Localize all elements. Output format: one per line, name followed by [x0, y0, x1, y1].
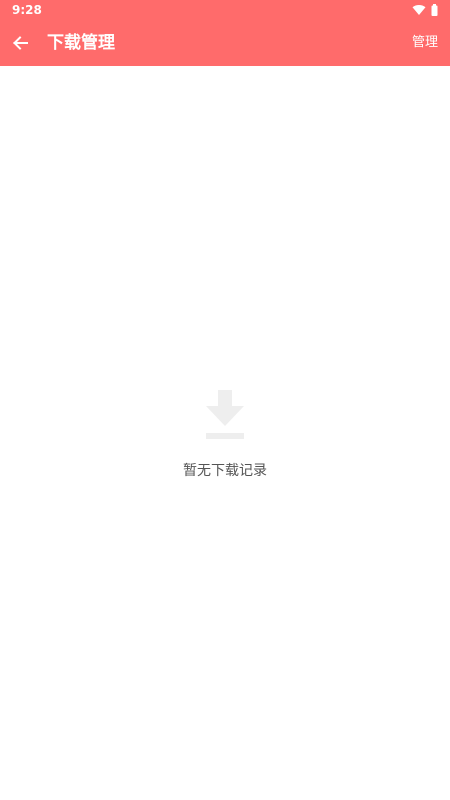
back-button[interactable]: [4, 27, 36, 59]
manage-button[interactable]: 管理: [412, 33, 438, 53]
wifi-icon: [412, 5, 426, 15]
empty-message: 暂无下载记录: [183, 463, 267, 479]
page-title: 下载管理: [47, 33, 115, 53]
arrow-left-icon: [13, 36, 28, 50]
toolbar: 下载管理 管理: [0, 20, 450, 66]
battery-icon: [431, 4, 438, 16]
download-icon: [206, 390, 244, 439]
download-manager-screen: 9:28 下载管理 管理 暂无下载记录: [0, 0, 450, 800]
app-header: 9:28 下载管理 管理: [0, 0, 450, 66]
empty-state: 暂无下载记录: [0, 390, 450, 480]
status-bar: 9:28: [0, 0, 450, 20]
status-time: 9:28: [12, 3, 42, 17]
